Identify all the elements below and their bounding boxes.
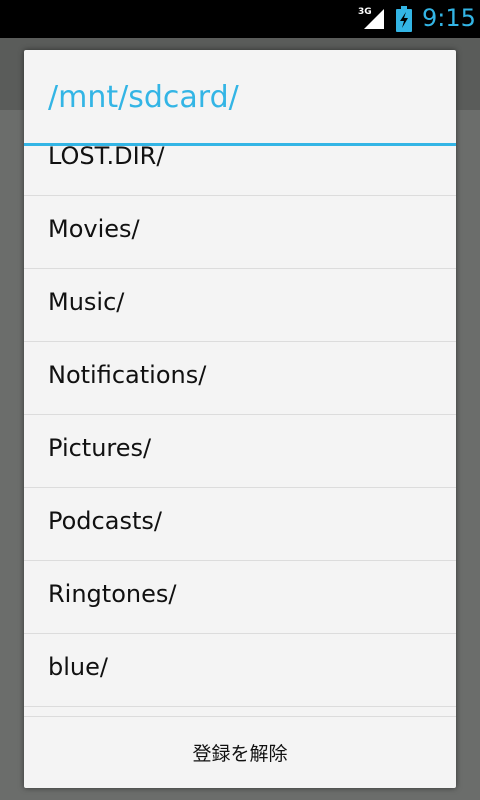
list-item-label: Ringtones/ bbox=[48, 580, 177, 608]
unregister-button-label: 登録を解除 bbox=[192, 743, 288, 765]
directory-list[interactable]: LOST.DIR/ Movies/ Music/ Notifications/ … bbox=[24, 146, 456, 716]
dialog-title-bar: /mnt/sdcard/ bbox=[24, 50, 456, 146]
status-bar: 3G 9:15 bbox=[0, 0, 480, 38]
status-clock: 9:15 bbox=[422, 4, 476, 32]
list-item-music[interactable]: Music/ bbox=[24, 270, 456, 342]
list-item-lost-dir[interactable]: LOST.DIR/ bbox=[24, 146, 456, 196]
list-item-blue[interactable]: blue/ bbox=[24, 635, 456, 707]
list-item-pictures[interactable]: Pictures/ bbox=[24, 416, 456, 488]
list-item-label: Pictures/ bbox=[48, 434, 152, 462]
directory-picker-dialog: /mnt/sdcard/ LOST.DIR/ Movies/ Music/ No… bbox=[24, 50, 456, 788]
battery-charging-icon bbox=[396, 6, 412, 32]
unregister-button[interactable]: 登録を解除 bbox=[24, 716, 456, 788]
list-item-label: Music/ bbox=[48, 288, 125, 316]
list-item-label: Movies/ bbox=[48, 215, 140, 243]
list-item-movies[interactable]: Movies/ bbox=[24, 197, 456, 269]
list-item-label: blue/ bbox=[48, 653, 108, 681]
list-item-notifications[interactable]: Notifications/ bbox=[24, 343, 456, 415]
dialog-title: /mnt/sdcard/ bbox=[48, 80, 239, 115]
list-item-label: LOST.DIR/ bbox=[48, 146, 165, 170]
network-signal-icon: 3G bbox=[358, 7, 386, 31]
list-item-ringtones[interactable]: Ringtones/ bbox=[24, 562, 456, 634]
list-item-label: Podcasts/ bbox=[48, 507, 162, 535]
list-item-label: Notifications/ bbox=[48, 361, 207, 389]
list-item-podcasts[interactable]: Podcasts/ bbox=[24, 489, 456, 561]
